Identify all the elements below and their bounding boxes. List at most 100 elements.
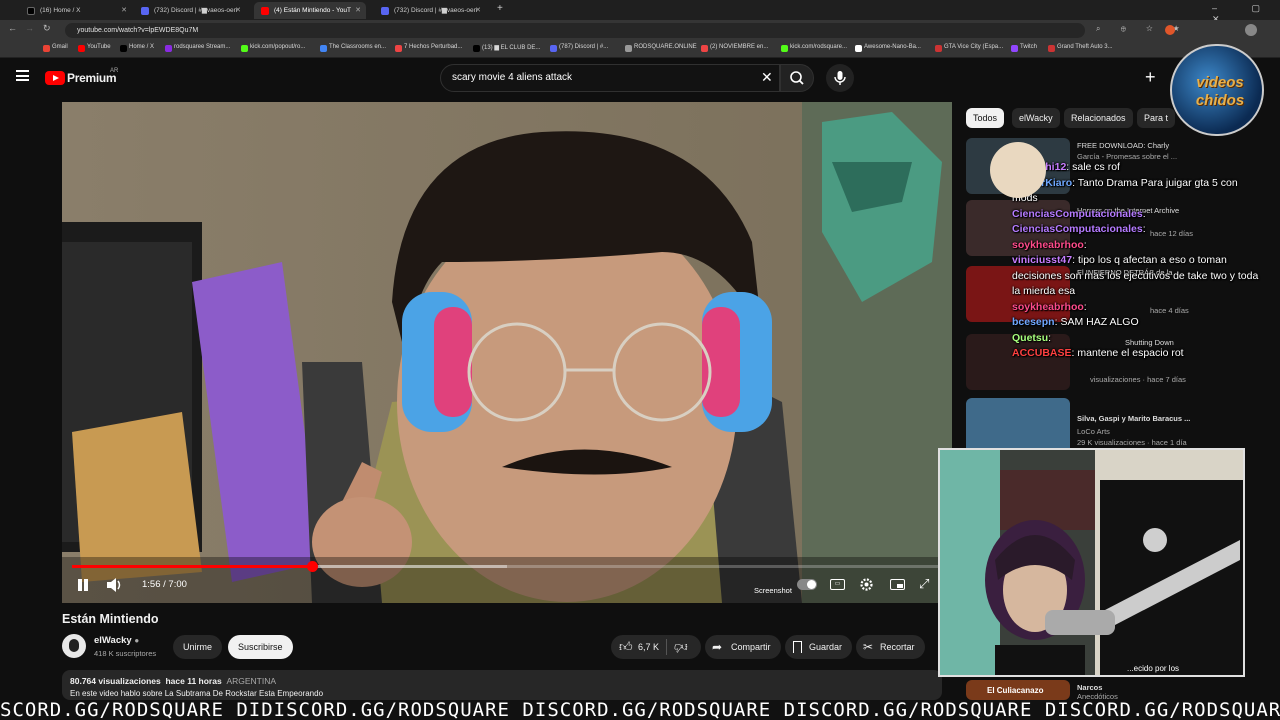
chat-message: soykheabrhoo: (1012, 300, 1262, 316)
discord-ticker: SCORD.GG/RODSQUARE DIDISCORD.GG/RODSQUAR… (0, 700, 1280, 720)
chat-text: SAM HAZ ALGO (1060, 316, 1139, 328)
chat-text: mantene el espacio rot (1077, 347, 1184, 359)
clear-search-icon[interactable]: ✕ (761, 69, 773, 86)
chat-message: CienciasComputacionales: (1012, 207, 1262, 223)
bookmark-label: (2) NOVIEMBRE en... (710, 44, 769, 50)
extension-icon[interactable] (1165, 25, 1175, 35)
close-icon[interactable]: ✕ (235, 2, 241, 19)
bookmark-item[interactable]: kick.com/popout/ro... (241, 44, 306, 52)
browser-tab[interactable]: (732) Discord | #▆vaeos-oen ✕ (134, 2, 246, 19)
streamer-avatar (990, 142, 1046, 198)
volume-icon[interactable] (106, 577, 124, 593)
subtitles-icon[interactable]: ▭ (830, 579, 845, 590)
bookmark-label: 7 Hechos Perturbad... (404, 44, 463, 50)
chat-message: Mariachi12: sale cs rof (1012, 160, 1262, 176)
bookmark-item[interactable]: Awesome-Nano-Ba... (855, 44, 921, 52)
chip-todos[interactable]: Todos (966, 108, 1005, 128)
chat-username: soykheabrhoo (1012, 300, 1084, 313)
clip-label: Recortar (880, 642, 915, 652)
video-title: Están Mintiendo (62, 612, 159, 626)
reload-icon[interactable]: ↻ (43, 23, 51, 34)
youtube-logo-icon[interactable] (45, 71, 65, 85)
bookmark-item[interactable]: Home / X (120, 44, 154, 52)
profile-avatar[interactable] (1245, 24, 1257, 36)
webcam-feed (940, 450, 1243, 675)
bookmark-item[interactable]: 7 Hechos Perturbad... (395, 44, 463, 52)
miniplayer-icon[interactable] (890, 579, 905, 590)
save-button[interactable]: Guardar (785, 635, 853, 659)
bookmark-favicon-icon (78, 45, 85, 52)
bookmark-item[interactable]: GTA Vice City (Espa... (935, 44, 1003, 52)
recommendation-thumbnail[interactable] (966, 398, 1070, 454)
tab-label: (4) Están Mintiendo - YouT (274, 7, 351, 14)
settings-gear-icon[interactable] (859, 577, 874, 592)
fullscreen-icon[interactable]: ⤢ (919, 576, 929, 592)
chip-elwacky[interactable]: elWacky (1012, 108, 1060, 128)
bookmark-label: kick.com/popout/ro... (250, 44, 306, 50)
video-player[interactable]: 1:56 / 7:00 Screenshot ▭ ⤢ (62, 102, 952, 603)
chat-message: bcesepn: SAM HAZ ALGO (1012, 315, 1262, 331)
chip-relacionados[interactable]: Relacionados (1064, 108, 1133, 128)
share-button[interactable]: ➦ Compartir (705, 635, 781, 659)
bookmark-item[interactable]: kick.com/rodsquare... (781, 44, 847, 52)
browser-tab[interactable]: (732) Discord | #▆vaeos-oen ✕ (374, 2, 486, 19)
bookmark-item[interactable]: Grand Theft Auto 3... (1048, 44, 1113, 52)
scissors-icon: ✂ (863, 640, 874, 654)
new-tab-icon[interactable]: + (497, 3, 503, 14)
close-icon[interactable]: ✕ (475, 2, 481, 19)
country-tag: ARGENTINA (226, 676, 277, 686)
url-field[interactable]: youtube.com/watch?v=lpEWDE8Qu7M (65, 23, 1085, 38)
menu-icon[interactable] (16, 70, 29, 81)
bookmark-item[interactable]: YouTube (78, 44, 111, 52)
bookmark-favicon-icon (241, 45, 248, 52)
recommendation-title[interactable]: Silva, Gaspi y Marito Baracus ... (1077, 414, 1190, 423)
bookmark-item[interactable]: (13) ▆ EL CLUB DE... (473, 44, 540, 52)
tab-label: (16) Home / X (40, 7, 81, 14)
join-button[interactable]: Unirme (173, 635, 223, 659)
bookmark-item[interactable]: (787) Discord | #... (550, 44, 608, 52)
subscribe-button[interactable]: Suscribirse (228, 635, 293, 659)
clip-button[interactable]: ✂ Recortar (856, 635, 925, 659)
bookmark-favicon-icon (1048, 45, 1055, 52)
progress-track[interactable] (72, 561, 942, 572)
channel-name-text: elWacky (94, 635, 132, 646)
bookmark-item[interactable]: The Classrooms en... (320, 44, 386, 52)
recommendation-title[interactable]: Narcos (1077, 683, 1102, 692)
pause-icon[interactable] (76, 578, 90, 592)
dislike-icon[interactable]: 👍︎ (674, 635, 688, 659)
bookmark-favicon-icon (43, 45, 50, 52)
browser-tab-active[interactable]: (4) Están Mintiendo - YouT ✕ (254, 2, 366, 19)
bookmark-label: YouTube (87, 44, 111, 50)
voice-search-button[interactable] (826, 64, 854, 92)
stream-chat-overlay: Mariachi12: sale cs rofGamerKiaro: Tanto… (1012, 160, 1262, 362)
chat-username: soykheabrhoo (1012, 238, 1084, 251)
close-icon[interactable]: ✕ (355, 2, 361, 19)
description-box[interactable]: 80.764 visualizaciones hace 11 horas ARG… (62, 670, 942, 700)
search-button[interactable] (780, 64, 814, 92)
upload-age: hace 11 horas (165, 676, 222, 686)
bookmark-item[interactable]: Gmail (43, 44, 68, 52)
forward-icon[interactable]: → (25, 23, 34, 33)
channel-avatar[interactable] (62, 634, 86, 658)
bookmark-item[interactable]: (2) NOVIEMBRE en... (701, 44, 769, 52)
tab-label: (732) Discord | #▆vaeos-oen (394, 7, 478, 14)
bookmark-item[interactable]: rodsquaree Stream... (165, 44, 230, 52)
close-icon[interactable]: ✕ (121, 2, 127, 19)
channel-name[interactable]: elWacky ● (94, 635, 139, 646)
like-count[interactable]: 6,7 K (638, 635, 659, 659)
region-label: AR (110, 68, 119, 74)
like-icon[interactable]: 👍︎ (619, 635, 633, 659)
search-input[interactable]: scary movie 4 aliens attack ✕ (440, 64, 780, 92)
chat-separator: : (1048, 331, 1052, 344)
recommendation-title[interactable]: FREE DOWNLOAD: Charly (1077, 141, 1169, 150)
autoplay-toggle[interactable] (797, 579, 817, 590)
bookmark-item[interactable]: RODSQUARE.ONLINE (625, 44, 697, 52)
save-label: Guardar (809, 642, 843, 652)
screenshot-label: Screenshot (754, 586, 792, 595)
bookmark-item[interactable]: Twitch (1011, 44, 1037, 52)
create-icon[interactable]: + (1145, 67, 1156, 88)
browser-tab[interactable]: (16) Home / X ✕ (20, 2, 132, 19)
chip-para-ti[interactable]: Para t (1137, 108, 1176, 128)
discord-icon (141, 7, 149, 15)
back-icon[interactable]: ← (8, 23, 17, 33)
